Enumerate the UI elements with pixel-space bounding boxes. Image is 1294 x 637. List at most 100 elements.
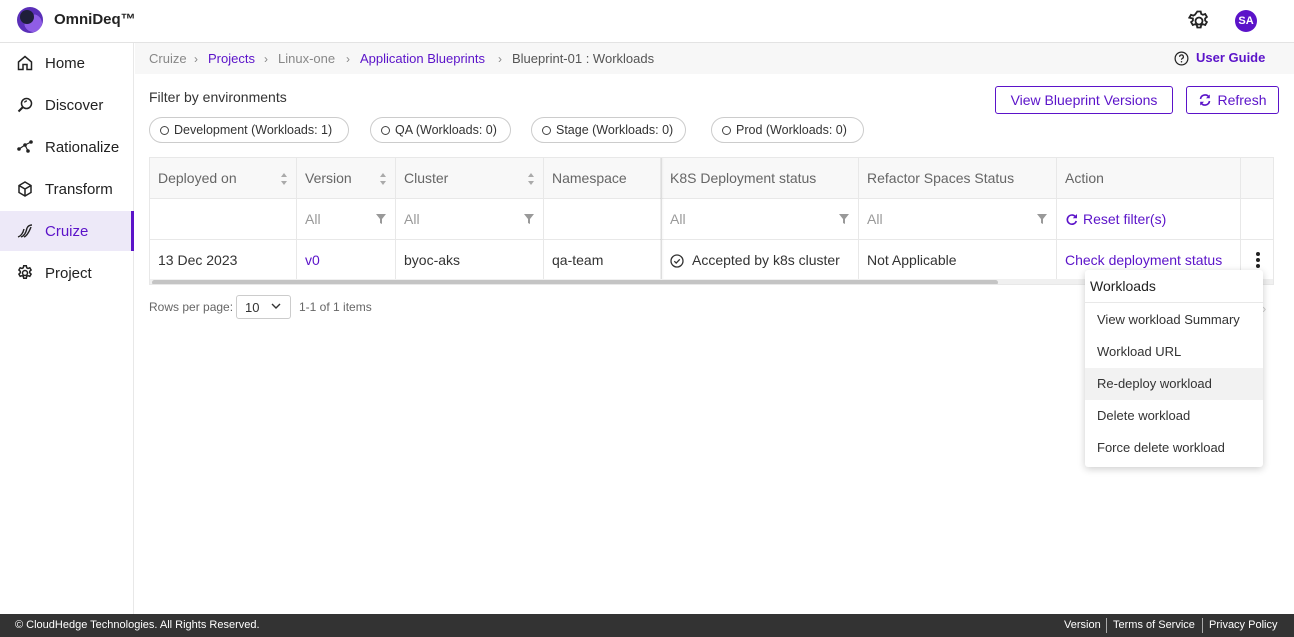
chevron-right-icon: › [346,52,350,66]
sidebar-item-label: Cruize [45,222,89,240]
column-header-version[interactable]: Version [297,158,396,199]
filter-cell-deployed-on [150,199,297,240]
omnideq-logo[interactable] [17,7,43,33]
chevron-right-icon: › [264,52,268,66]
header-label: K8S Deployment status [670,170,817,186]
sidebar-item-discover[interactable]: Discover [0,85,134,125]
column-header-refactor-status[interactable]: Refactor Spaces Status [859,158,1057,199]
chip-label: Stage (Workloads: 0) [556,123,674,137]
check-circle-icon [670,254,684,268]
footer-link-version[interactable]: Version [1064,619,1101,631]
pagination-count: 1-1 of 1 items [299,300,372,314]
transform-icon [18,181,32,197]
home-icon [17,55,33,71]
menu-item-force-delete-workload[interactable]: Force delete workload [1085,432,1263,464]
column-header-deployed-on[interactable]: Deployed on [150,158,297,199]
menu-item-view-workload-summary[interactable]: View workload Summary [1085,304,1263,336]
header-label: Namespace [552,170,627,186]
radio-icon [160,125,169,135]
filter-funnel-icon[interactable] [1037,214,1047,224]
filter-k8s-status[interactable]: All [662,199,859,240]
breadcrumb-application-blueprints[interactable]: Application Blueprints [360,51,485,66]
breadcrumb-cruize[interactable]: Cruize [149,51,187,66]
env-chip-development[interactable]: Development (Workloads: 1) [149,117,349,143]
filter-version[interactable]: All [297,199,396,240]
cell-refactor-status: Not Applicable [859,240,1057,281]
rows-per-page-label: Rows per page: [149,300,234,314]
chevron-right-icon: › [194,52,198,66]
sort-icon[interactable] [379,172,387,186]
sidebar-item-cruize[interactable]: Cruize [0,211,134,251]
env-chip-qa[interactable]: QA (Workloads: 0) [370,117,511,143]
radio-icon [542,125,551,135]
filter-funnel-icon[interactable] [376,214,386,224]
sidebar-item-rationalize[interactable]: Rationalize [0,127,134,167]
sort-icon[interactable] [527,172,535,186]
filter-value: All [670,211,686,227]
filter-value: All [867,211,883,227]
menu-item-workload-url[interactable]: Workload URL [1085,336,1263,368]
column-header-k8s-status[interactable]: K8S Deployment status [662,158,859,199]
view-blueprint-versions-button[interactable]: View Blueprint Versions [995,86,1173,114]
copyright-text: © CloudHedge Technologies. All Rights Re… [15,619,260,631]
filter-funnel-icon[interactable] [839,214,849,224]
scrollbar-thumb[interactable] [152,280,998,284]
radio-icon [381,125,390,135]
menu-item-redeploy-workload[interactable]: Re-deploy workload [1085,368,1263,400]
chevron-right-icon: › [498,52,502,66]
menu-title: Workloads [1090,278,1156,294]
chip-label: QA (Workloads: 0) [395,123,497,137]
cell-deployed-on: 13 Dec 2023 [150,240,297,281]
filter-value: All [404,211,420,227]
button-label: Refresh [1217,92,1267,108]
breadcrumb-linux-one[interactable]: Linux-one [278,51,335,66]
filter-funnel-icon[interactable] [524,214,534,224]
filter-refactor-status[interactable]: All [859,199,1057,240]
cell-cluster: byoc-aks [396,240,544,281]
sidebar: Home Discover Rationalize Transform Crui… [0,43,134,614]
header-label: Cluster [404,170,449,186]
chip-label: Prod (Workloads: 0) [736,123,847,137]
footer-link-terms[interactable]: Terms of Service [1113,619,1195,631]
cell-namespace: qa-team [544,240,662,281]
rows-per-page-value: 10 [245,300,260,315]
column-header-namespace[interactable]: Namespace [544,158,662,199]
footer-link-privacy[interactable]: Privacy Policy [1209,619,1277,631]
sort-icon[interactable] [280,172,288,186]
sidebar-item-transform[interactable]: Transform [0,169,134,209]
header-label: Version [305,170,352,186]
reset-filters-link[interactable]: Reset filter(s) [1065,211,1240,227]
top-bar: OmniDeq™ SA [0,0,1294,43]
reset-filters-label: Reset filter(s) [1083,211,1167,227]
sidebar-item-home[interactable]: Home [0,43,134,83]
k8s-status-text: Accepted by k8s cluster [692,252,840,268]
menu-item-delete-workload[interactable]: Delete workload [1085,400,1263,432]
sidebar-item-label: Project [45,264,92,282]
column-header-cluster[interactable]: Cluster [396,158,544,199]
footer-divider [1106,618,1107,633]
filter-title: Filter by environments [149,89,287,105]
rows-per-page-select[interactable]: 10 [236,295,291,319]
chevron-down-icon [271,303,281,309]
cruize-icon [17,224,33,238]
sidebar-item-label: Rationalize [45,138,120,156]
env-chip-stage[interactable]: Stage (Workloads: 0) [531,117,686,143]
settings-gear-icon[interactable] [1187,9,1211,33]
footer-divider [1202,618,1203,633]
user-guide-link[interactable]: User Guide [1196,50,1265,65]
sidebar-item-project[interactable]: Project [0,253,134,293]
footer: © CloudHedge Technologies. All Rights Re… [0,614,1294,637]
refresh-button[interactable]: Refresh [1186,86,1279,114]
cell-version-link[interactable]: v0 [297,240,396,281]
cell-k8s-status: Accepted by k8s cluster [662,240,859,281]
button-label: View Blueprint Versions [1010,92,1158,108]
filter-cluster[interactable]: All [396,199,544,240]
rationalize-icon [17,140,33,153]
env-chip-prod[interactable]: Prod (Workloads: 0) [711,117,864,143]
column-header-menu [1241,158,1273,199]
breadcrumb-projects[interactable]: Projects [208,51,255,66]
user-avatar[interactable]: SA [1235,10,1257,32]
discover-icon [17,97,33,113]
help-circle-icon[interactable] [1174,51,1189,66]
breadcrumb: Cruize › Projects › Linux-one › Applicat… [135,43,1294,74]
